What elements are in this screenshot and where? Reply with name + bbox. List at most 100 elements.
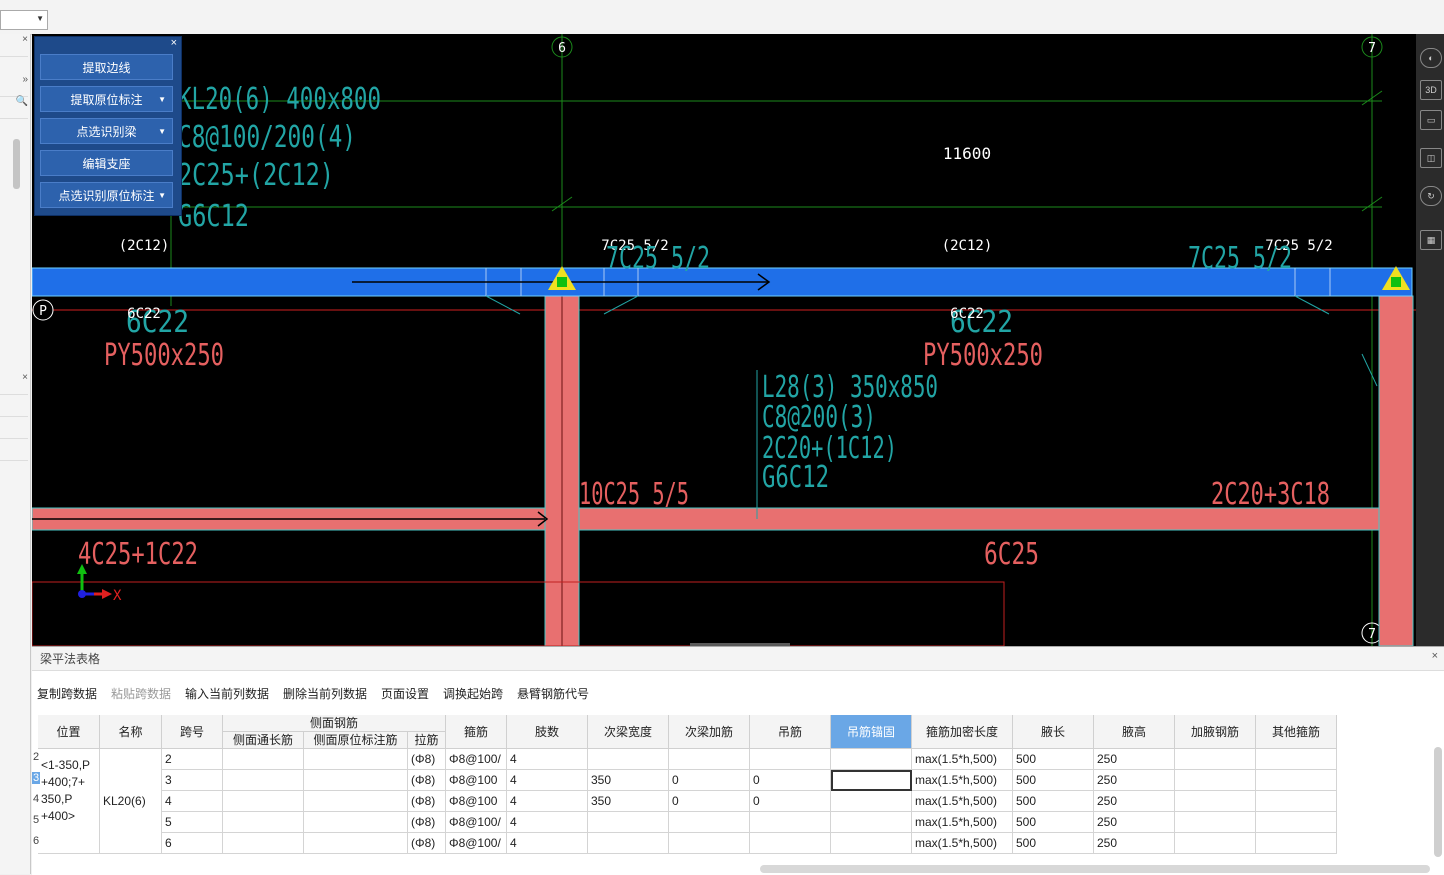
dense-cell[interactable]: max(1.5*h,500) [912, 791, 1013, 812]
cad-canvas[interactable]: 6 7 P 6 7 P KL20(6) 400x800 C8@100/200(4… [32, 34, 1416, 646]
col-header-legs[interactable]: 肢数 [507, 715, 588, 749]
hh-cell[interactable]: 250 [1094, 770, 1175, 791]
hh-cell[interactable]: 250 [1094, 749, 1175, 770]
legs-cell[interactable]: 4 [507, 770, 588, 791]
stirrup-cell[interactable]: Φ8@100 [446, 791, 507, 812]
sec-width-cell[interactable] [588, 749, 669, 770]
col-header-hanger-anchor[interactable]: 吊筋锚固 [831, 715, 912, 749]
col-header-span[interactable]: 跨号 [162, 715, 223, 749]
span-cell[interactable]: 5 [162, 812, 223, 833]
haunch-bar-cell[interactable] [1175, 791, 1256, 812]
sec-width-cell[interactable] [588, 812, 669, 833]
col-header-stirrup-dense[interactable]: 箍筋加密长度 [912, 715, 1013, 749]
tie-cell[interactable]: (Φ8) [408, 770, 446, 791]
left-list-item[interactable] [0, 394, 28, 417]
hanger-cell[interactable] [750, 749, 831, 770]
hh-cell[interactable]: 250 [1094, 812, 1175, 833]
hanger-anchor-cell[interactable] [831, 749, 912, 770]
other-stirrup-cell[interactable] [1256, 749, 1337, 770]
haunch-bar-cell[interactable] [1175, 749, 1256, 770]
row-number[interactable]: 4 [32, 793, 40, 805]
other-stirrup-cell[interactable] [1256, 791, 1337, 812]
dense-cell[interactable]: max(1.5*h,500) [912, 749, 1013, 770]
search-icon[interactable]: 🔍 [0, 96, 28, 119]
top-view-icon[interactable]: ▭ [1420, 110, 1442, 130]
col-header-haunch-height[interactable]: 腋高 [1094, 715, 1175, 749]
other-stirrup-cell[interactable] [1256, 770, 1337, 791]
sec-width-cell[interactable]: 350 [588, 791, 669, 812]
stirrup-cell[interactable]: Φ8@100/ [446, 833, 507, 854]
chevron-down-icon[interactable]: ▼ [158, 183, 166, 209]
stirrup-cell[interactable]: Φ8@100/ [446, 812, 507, 833]
hanger-cell[interactable]: 0 [750, 770, 831, 791]
hh-cell[interactable]: 250 [1094, 791, 1175, 812]
hanger-anchor-cell[interactable] [831, 770, 912, 791]
sec-add-cell[interactable] [669, 749, 750, 770]
col-header-haunch-bar[interactable]: 加腋钢筋 [1175, 715, 1256, 749]
tie-cell[interactable]: (Φ8) [408, 749, 446, 770]
tie-cell[interactable]: (Φ8) [408, 812, 446, 833]
delete-column-button[interactable]: 删除当前列数据 [283, 683, 367, 705]
col-header-side-original[interactable]: 侧面原位标注筋 [304, 732, 408, 749]
side-original-cell[interactable] [304, 749, 408, 770]
haunch-bar-cell[interactable] [1175, 770, 1256, 791]
column-7[interactable] [1378, 295, 1414, 646]
sec-add-cell[interactable]: 0 [669, 770, 750, 791]
3d-view-icon[interactable]: 3D [1420, 80, 1442, 100]
sec-add-cell[interactable]: 0 [669, 791, 750, 812]
side-original-cell[interactable] [304, 812, 408, 833]
table-horizontal-scrollbar[interactable] [760, 865, 1430, 873]
col-header-tie[interactable]: 拉筋 [408, 732, 446, 749]
stirrup-cell[interactable]: Φ8@100/ [446, 749, 507, 770]
span-cell[interactable]: 4 [162, 791, 223, 812]
side-through-cell[interactable] [223, 833, 304, 854]
hanger-anchor-cell[interactable] [831, 791, 912, 812]
extract-edge-button[interactable]: 提取边线 [40, 54, 173, 80]
stirrup-cell[interactable]: Φ8@100 [446, 770, 507, 791]
hanger-cell[interactable] [750, 833, 831, 854]
chevron-down-icon[interactable]: ▼ [158, 119, 166, 145]
hlen-cell[interactable]: 500 [1013, 770, 1094, 791]
row-number[interactable]: 6 [32, 835, 40, 847]
hh-cell[interactable]: 250 [1094, 833, 1175, 854]
pick-recognize-beam-button[interactable]: 点选识别梁 ▼ [40, 118, 173, 144]
name-cell[interactable]: KL20(6) [100, 749, 162, 854]
side-original-cell[interactable] [304, 833, 408, 854]
legs-cell[interactable]: 4 [507, 833, 588, 854]
side-original-cell[interactable] [304, 770, 408, 791]
legs-cell[interactable]: 4 [507, 791, 588, 812]
left-panel2-close[interactable]: × [0, 372, 28, 395]
span-cell[interactable]: 2 [162, 749, 223, 770]
col-header-secondary-width[interactable]: 次梁宽度 [588, 715, 669, 749]
col-header-secondary-add[interactable]: 次梁加筋 [669, 715, 750, 749]
position-cell[interactable]: <1-350,P +400;7+ 350,P +400> [38, 749, 100, 854]
hanger-cell[interactable]: 0 [750, 791, 831, 812]
orbit-icon[interactable]: ◐ [1420, 48, 1442, 68]
haunch-bar-cell[interactable] [1175, 833, 1256, 854]
grid-display-icon[interactable]: ▦ [1420, 230, 1442, 250]
col-header-stirrup[interactable]: 箍筋 [446, 715, 507, 749]
dense-cell[interactable]: max(1.5*h,500) [912, 812, 1013, 833]
rotate-icon[interactable]: ↻ [1420, 186, 1442, 206]
sec-width-cell[interactable]: 350 [588, 770, 669, 791]
sec-add-cell[interactable] [669, 833, 750, 854]
row-number[interactable]: 3 [32, 772, 40, 784]
hlen-cell[interactable]: 500 [1013, 749, 1094, 770]
row-number[interactable]: 2 [32, 751, 40, 763]
cantilever-code-button[interactable]: 悬臂钢筋代号 [517, 683, 589, 705]
side-through-cell[interactable] [223, 770, 304, 791]
col-header-name[interactable]: 名称 [100, 715, 162, 749]
floor-select[interactable]: ▼ [0, 10, 48, 30]
col-header-other-stirrup[interactable]: 其他箍筋 [1256, 715, 1337, 749]
col-header-side-through[interactable]: 侧面通长筋 [223, 732, 304, 749]
paste-span-button[interactable]: 粘贴跨数据 [111, 683, 171, 705]
input-column-button[interactable]: 输入当前列数据 [185, 683, 269, 705]
hlen-cell[interactable]: 500 [1013, 791, 1094, 812]
extract-original-mark-button[interactable]: 提取原位标注 ▼ [40, 86, 173, 112]
side-original-cell[interactable] [304, 791, 408, 812]
hanger-anchor-cell[interactable] [831, 833, 912, 854]
col-header-side-group[interactable]: 侧面钢筋 [223, 715, 446, 732]
side-through-cell[interactable] [223, 791, 304, 812]
hlen-cell[interactable]: 500 [1013, 833, 1094, 854]
left-panel-close[interactable]: × [0, 34, 28, 57]
